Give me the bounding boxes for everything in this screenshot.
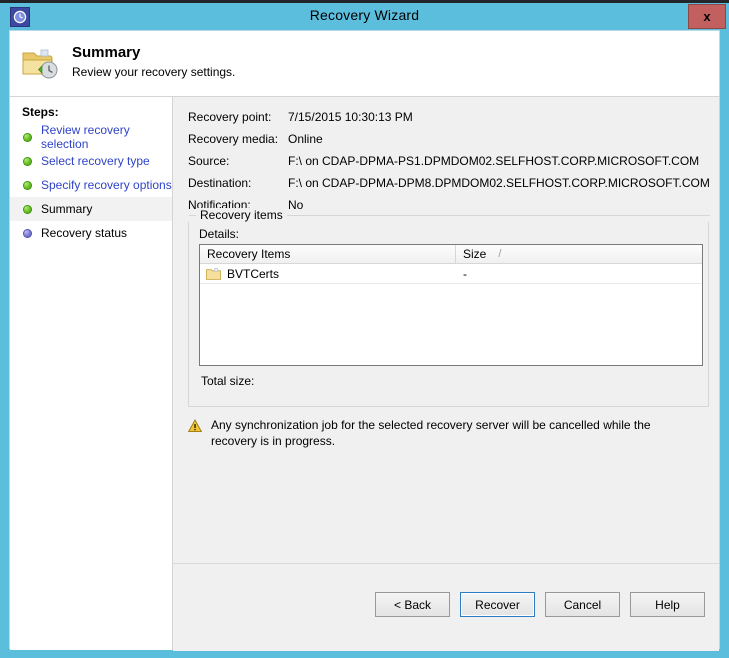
page-header: Summary Review your recovery settings. xyxy=(10,31,719,96)
client-area: Summary Review your recovery settings. S… xyxy=(9,30,720,651)
step-status-bullet-icon xyxy=(23,228,32,238)
step-status-bullet-icon xyxy=(23,132,32,142)
details-label: Details: xyxy=(199,227,240,241)
warning-triangle-icon xyxy=(187,419,203,433)
field-value: 7/15/2015 10:30:13 PM xyxy=(288,110,413,124)
warning-text: Any synchronization job for the selected… xyxy=(211,418,651,448)
recover-button[interactable]: Recover xyxy=(460,592,535,617)
step-status-bullet-icon xyxy=(23,204,32,214)
sidebar-item-specify-recovery-options[interactable]: Specify recovery options xyxy=(10,173,172,197)
field-label: Destination: xyxy=(188,176,252,190)
folder-restore-icon xyxy=(20,42,62,84)
table-row[interactable]: BVTCerts - xyxy=(200,264,702,284)
sidebar-item-label: Summary xyxy=(41,202,93,216)
column-header-label: Recovery Items xyxy=(207,247,291,261)
page-title: Summary xyxy=(72,44,141,61)
summary-fields: Recovery point: 7/15/2015 10:30:13 PM Re… xyxy=(188,106,710,216)
sidebar-item-recovery-status[interactable]: Recovery status xyxy=(10,221,172,245)
button-row: < Back Recover Cancel Help xyxy=(375,592,705,617)
close-icon[interactable]: x xyxy=(688,4,726,29)
warning-message: Any synchronization job for the selected… xyxy=(187,417,709,449)
step-status-bullet-icon xyxy=(23,156,32,166)
window-title: Recovery Wizard xyxy=(309,7,420,23)
sidebar-item-label: Specify recovery options xyxy=(41,178,172,192)
cell-text: BVTCerts xyxy=(227,266,280,281)
sidebar-item-select-recovery-type[interactable]: Select recovery type xyxy=(10,149,172,173)
field-source: Source: F:\ on CDAP-DPMA-PS1.DPMDOM02.SE… xyxy=(188,150,708,172)
recovery-items-table[interactable]: Recovery Items Size / BVTCerts - xyxy=(199,244,703,366)
sidebar-item-label: Recovery status xyxy=(41,226,128,240)
help-button[interactable]: Help xyxy=(630,592,705,617)
title-bar: Recovery Wizard x xyxy=(0,3,729,30)
cancel-button[interactable]: Cancel xyxy=(545,592,620,617)
field-recovery-media: Recovery media: Online xyxy=(188,128,708,150)
window-frame: Recovery Wizard x Summary Review your re… xyxy=(0,3,729,658)
column-header-recovery-items[interactable]: Recovery Items xyxy=(200,245,456,263)
recovery-wizard-window: Recovery Wizard x Summary Review your re… xyxy=(0,0,729,658)
sidebar-item-label: Review recovery selection xyxy=(41,123,130,151)
table-header-row: Recovery Items Size / xyxy=(200,245,702,264)
page-subtitle: Review your recovery settings. xyxy=(72,65,236,79)
cell-item-name: BVTCerts xyxy=(200,267,456,281)
sidebar-item-review-recovery-selection[interactable]: Review recovery selection xyxy=(10,123,172,151)
field-label: Source: xyxy=(188,154,230,168)
step-status-bullet-icon xyxy=(23,180,32,190)
footer-bar: < Back Recover Cancel Help xyxy=(173,564,719,651)
field-value: No xyxy=(288,198,304,212)
group-title: Recovery items xyxy=(196,208,287,222)
folder-icon xyxy=(206,267,221,280)
field-value: F:\ on CDAP-DPMA-PS1.DPMDOM02.SELFHOST.C… xyxy=(288,154,700,168)
cell-item-size: - xyxy=(463,266,467,281)
field-label: Recovery media: xyxy=(188,132,279,146)
recovery-items-group: Recovery items Details: Recovery Items S… xyxy=(188,208,710,407)
back-button[interactable]: < Back xyxy=(375,592,450,617)
field-value: Online xyxy=(288,132,323,146)
field-value: F:\ on CDAP-DPMA-DPM8.DPMDOM02.SELFHOST.… xyxy=(288,176,710,190)
column-header-size[interactable]: Size / xyxy=(456,245,702,263)
sort-indicator-icon: / xyxy=(498,248,502,260)
field-recovery-point: Recovery point: 7/15/2015 10:30:13 PM xyxy=(188,106,708,128)
sidebar-item-label: Select recovery type xyxy=(41,154,150,168)
main-content: Recovery point: 7/15/2015 10:30:13 PM Re… xyxy=(173,96,719,651)
total-size-label: Total size: xyxy=(201,374,255,388)
field-label: Recovery point: xyxy=(188,110,272,124)
column-header-label: Size xyxy=(463,247,487,261)
field-destination: Destination: F:\ on CDAP-DPMA-DPM8.DPMDO… xyxy=(188,172,710,194)
steps-sidebar: Steps: Review recovery selection Select … xyxy=(10,96,173,650)
steps-heading: Steps: xyxy=(22,105,59,119)
steps-list: Review recovery selection Select recover… xyxy=(10,123,172,245)
sidebar-item-summary[interactable]: Summary xyxy=(10,197,172,221)
